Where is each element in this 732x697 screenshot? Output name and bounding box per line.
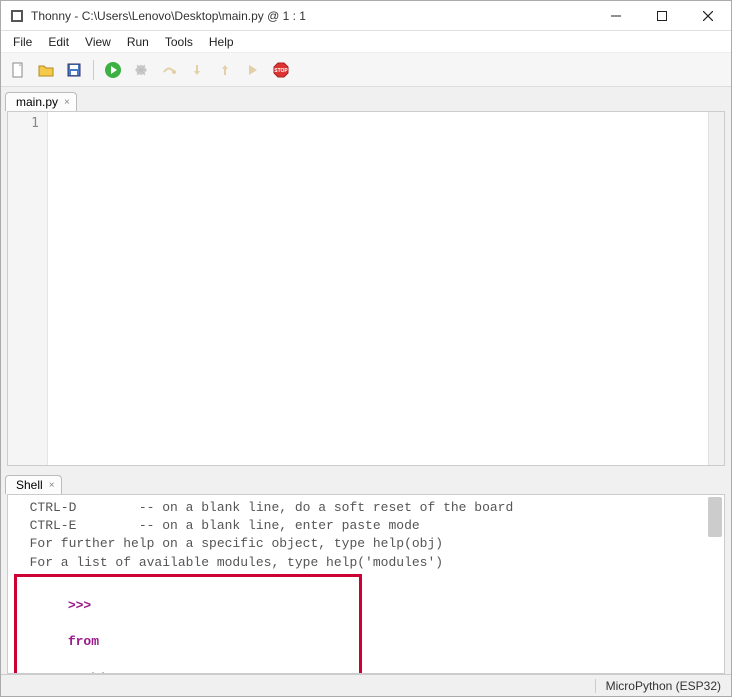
- shell-prompt: >>>: [68, 598, 91, 613]
- toolbar: STOP: [1, 53, 731, 87]
- editor-tab-bar: main.py ×: [1, 87, 731, 111]
- app-icon: [9, 8, 25, 24]
- menu-view[interactable]: View: [77, 33, 119, 51]
- keyword-from: from: [68, 634, 99, 649]
- open-file-button[interactable]: [35, 59, 57, 81]
- menu-tools[interactable]: Tools: [157, 33, 201, 51]
- close-tab-icon[interactable]: ×: [64, 97, 70, 108]
- highlighted-commands: >>> from machine import Pin >>> Pin(2, P…: [14, 574, 362, 674]
- title-bar: Thonny - C:\Users\Lenovo\Desktop\main.py…: [1, 1, 731, 31]
- module-name: machine: [68, 671, 123, 674]
- shell-scrollbar[interactable]: [708, 497, 722, 537]
- shell-panel[interactable]: CTRL-D -- on a blank line, do a soft res…: [7, 494, 725, 674]
- toolbar-separator: [93, 60, 94, 80]
- shell-output-line: For further help on a specific object, t…: [14, 535, 718, 553]
- editor-tab-label: main.py: [16, 95, 58, 109]
- menu-bar: File Edit View Run Tools Help: [1, 31, 731, 53]
- shell-tab[interactable]: Shell ×: [5, 475, 62, 494]
- shell-output-line: CTRL-E -- on a blank line, enter paste m…: [14, 517, 718, 535]
- run-button[interactable]: [102, 59, 124, 81]
- close-button[interactable]: [685, 1, 731, 31]
- status-bar: MicroPython (ESP32): [1, 674, 731, 696]
- new-file-button[interactable]: [7, 59, 29, 81]
- editor-tab-main[interactable]: main.py ×: [5, 92, 77, 111]
- window-controls: [593, 1, 731, 31]
- menu-file[interactable]: File: [5, 33, 40, 51]
- shell-tab-bar: Shell ×: [1, 472, 731, 494]
- menu-run[interactable]: Run: [119, 33, 157, 51]
- shell-input-line: >>> from machine import Pin: [21, 579, 355, 674]
- minimize-button[interactable]: [593, 1, 639, 31]
- line-number-gutter: 1: [8, 112, 48, 465]
- code-content[interactable]: [48, 112, 708, 465]
- step-out-button[interactable]: [214, 59, 236, 81]
- maximize-button[interactable]: [639, 1, 685, 31]
- resume-button[interactable]: [242, 59, 264, 81]
- window-title: Thonny - C:\Users\Lenovo\Desktop\main.py…: [31, 9, 593, 23]
- shell-tab-label: Shell: [16, 478, 43, 492]
- save-button[interactable]: [63, 59, 85, 81]
- code-editor[interactable]: 1: [7, 111, 725, 466]
- step-over-button[interactable]: [158, 59, 180, 81]
- stop-button[interactable]: STOP: [270, 59, 292, 81]
- shell-output-line: CTRL-D -- on a blank line, do a soft res…: [14, 499, 718, 517]
- debug-button[interactable]: [130, 59, 152, 81]
- close-shell-tab-icon[interactable]: ×: [49, 480, 55, 491]
- interpreter-selector[interactable]: MicroPython (ESP32): [595, 679, 721, 693]
- editor-scrollbar[interactable]: [708, 112, 724, 465]
- step-into-button[interactable]: [186, 59, 208, 81]
- line-number: 1: [8, 116, 39, 131]
- menu-help[interactable]: Help: [201, 33, 242, 51]
- menu-edit[interactable]: Edit: [40, 33, 77, 51]
- shell-output-line: For a list of available modules, type he…: [14, 554, 718, 572]
- svg-text:STOP: STOP: [274, 68, 288, 74]
